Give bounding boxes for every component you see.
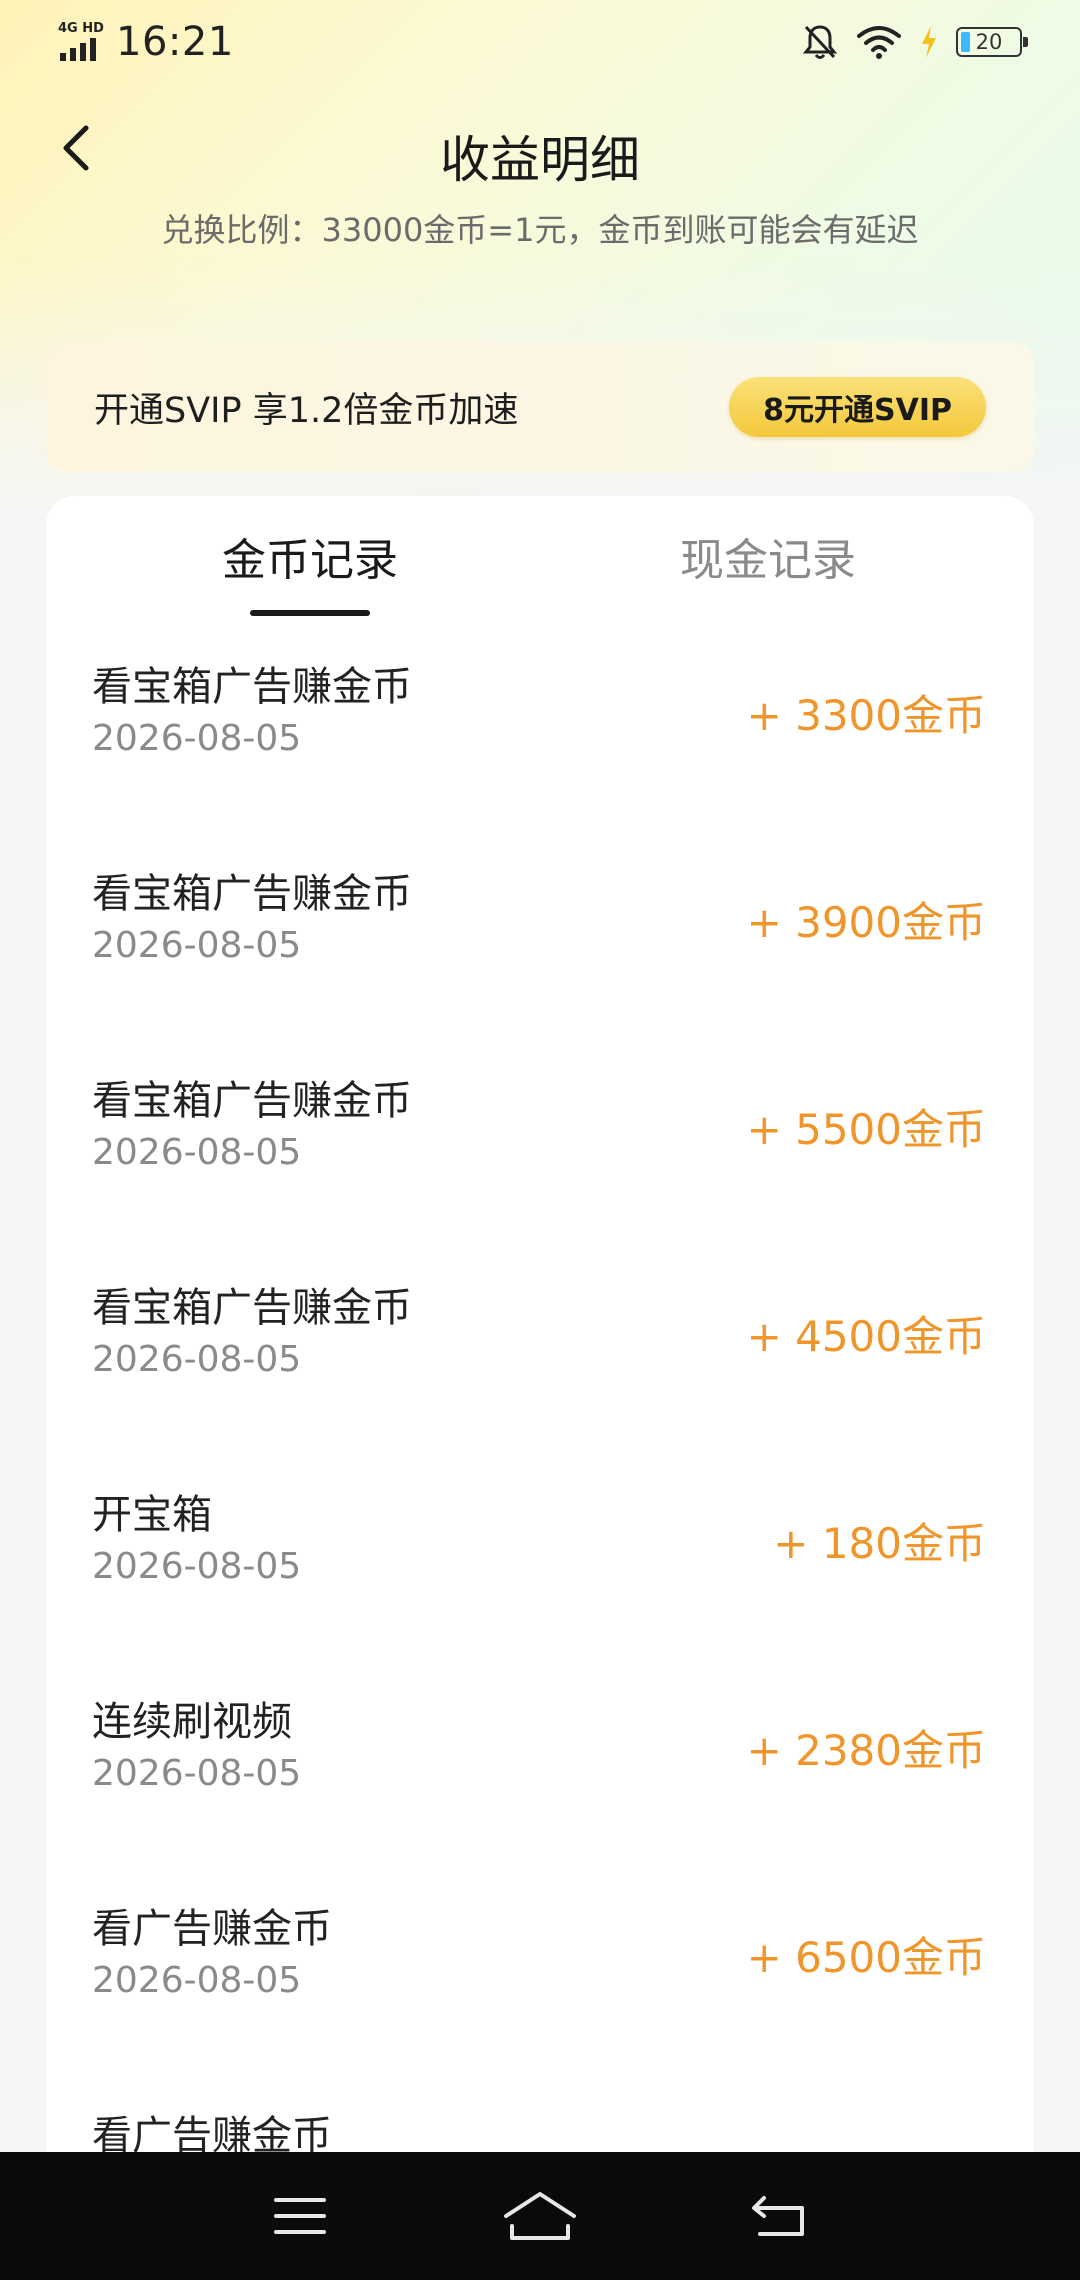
record-date: 2026-08-05 — [92, 1339, 302, 1380]
record-title: 看宝箱广告赚金币 — [92, 871, 412, 917]
home-button[interactable] — [495, 2181, 585, 2251]
record-title: 连续刷视频 — [92, 1699, 292, 1745]
menu-button[interactable] — [255, 2181, 345, 2251]
record-amount: + 2380金币 — [746, 1726, 986, 1775]
record-date: 2026-08-05 — [92, 1132, 302, 1173]
record-amount: + 180金币 — [773, 1519, 986, 1568]
tab-bar: 金币记录 现金记录 — [46, 496, 1034, 626]
record-date: 2026-08-05 — [92, 1546, 302, 1587]
page-title: 收益明细 — [440, 131, 640, 189]
home-icon — [504, 2192, 576, 2240]
system-nav-bar — [0, 2152, 1080, 2280]
lightning-icon — [922, 26, 936, 58]
record-date: 2026-08-05 — [92, 718, 302, 759]
network-type: 4G HD — [58, 21, 104, 36]
return-icon — [752, 2196, 804, 2236]
list-item: 看宝箱广告赚金币 2026-08-05 + 5500金币 — [46, 1050, 1034, 1257]
bell-off-icon — [802, 25, 838, 59]
battery-level: 20 — [975, 30, 1003, 54]
record-title: 看宝箱广告赚金币 — [92, 664, 412, 710]
return-button[interactable] — [735, 2181, 825, 2251]
record-title: 开宝箱 — [92, 1492, 212, 1538]
svip-promo-text: 开通SVIP 享1.2倍金币加速 — [94, 390, 519, 431]
status-bar: 4G HD 16:21 20 — [0, 0, 1080, 84]
record-date: 2026-08-05 — [92, 925, 302, 966]
record-list[interactable]: 看宝箱广告赚金币 2026-08-05 + 3300金币 看宝箱广告赚金币 20… — [46, 636, 1034, 2216]
list-item: 连续刷视频 2026-08-05 + 2380金币 — [46, 1671, 1034, 1878]
exchange-rate-note: 兑换比例：33000金币=1元，金币到账可能会有延迟 — [161, 211, 919, 249]
wifi-icon — [857, 26, 901, 59]
record-date: 2026-08-05 — [92, 1960, 302, 2001]
list-item: 看广告赚金币 2026-08-05 + 6500金币 — [46, 1878, 1034, 2085]
record-amount: + 5500金币 — [746, 1105, 986, 1154]
status-time: 16:21 — [116, 19, 234, 65]
signal-icon: 4G HD — [58, 21, 106, 63]
list-item: 看宝箱广告赚金币 2026-08-05 + 3300金币 — [46, 636, 1034, 843]
tab-cash-records[interactable]: 现金记录 — [680, 524, 856, 588]
records-card: 金币记录 现金记录 看宝箱广告赚金币 2026-08-05 + 3300金币 看… — [46, 496, 1034, 2216]
list-item: 看宝箱广告赚金币 2026-08-05 + 4500金币 — [46, 1257, 1034, 1464]
tab-coin-records[interactable]: 金币记录 — [222, 524, 398, 588]
record-date: 2026-08-05 — [92, 1753, 302, 1794]
tab-indicator — [250, 610, 370, 616]
record-amount: + 6500金币 — [746, 1933, 986, 1982]
menu-icon — [274, 2198, 326, 2234]
record-amount: + 3900金币 — [746, 898, 986, 947]
record-title: 看广告赚金币 — [92, 1906, 332, 1952]
record-title: 看宝箱广告赚金币 — [92, 1285, 412, 1331]
record-amount: + 4500金币 — [746, 1312, 986, 1361]
record-amount: + 3300金币 — [746, 691, 986, 740]
svip-open-button[interactable]: 8元开通SVIP — [729, 377, 986, 437]
record-title: 看宝箱广告赚金币 — [92, 1078, 412, 1124]
svip-banner[interactable]: 开通SVIP 享1.2倍金币加速 8元开通SVIP — [46, 342, 1034, 472]
page-header: 收益明细 — [0, 100, 1080, 200]
list-item: 看宝箱广告赚金币 2026-08-05 + 3900金币 — [46, 843, 1034, 1050]
battery-indicator: 20 — [956, 27, 1028, 57]
list-item: 开宝箱 2026-08-05 + 180金币 — [46, 1464, 1034, 1671]
